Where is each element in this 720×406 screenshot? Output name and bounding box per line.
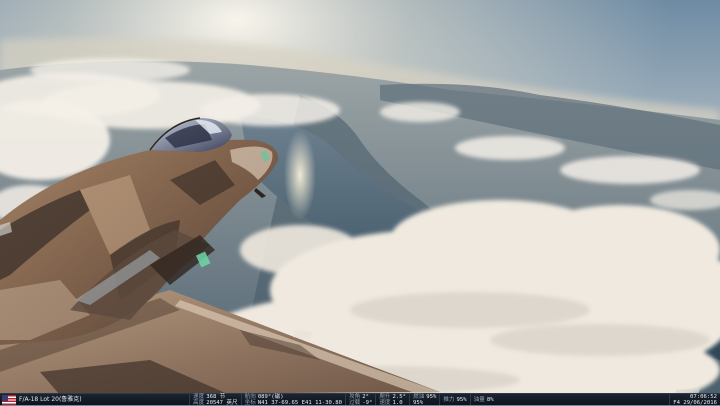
aoa-g-group: 攻角2° 过载-9° (345, 394, 375, 405)
climb-group: 爬升2.5° 速度1.0 (375, 394, 409, 405)
usa-flag-icon (2, 395, 16, 405)
speed-altitude-group: 速度368 节 高度20547 英尺 (189, 394, 241, 405)
clock-group: 07:06:52 F4 29/06/2016 (669, 394, 720, 405)
game-viewport[interactable] (0, 0, 720, 405)
heading-coord-group: 航向089°(磁) 坐标N41 37-69.65 E41 11-30.80 (241, 394, 345, 405)
status-bar: F/A-18 Lot 20(鲁雅克) 速度368 节 高度20547 英尺 航向… (0, 393, 720, 405)
flight-scene (0, 0, 720, 405)
thrust-group: 推力95% (439, 394, 469, 405)
fuel-group: 燃油95% 95% (409, 394, 439, 405)
fuel-qty-group: 油量8% (470, 394, 497, 405)
unit-name: F/A-18 Lot 20(鲁雅克) (19, 394, 189, 405)
fuel-qty-value: 8% (487, 394, 494, 406)
thrust-value: 95% (457, 394, 467, 406)
thrust-label: 推力 (443, 394, 454, 406)
fuel-qty-label: 油量 (474, 394, 485, 406)
